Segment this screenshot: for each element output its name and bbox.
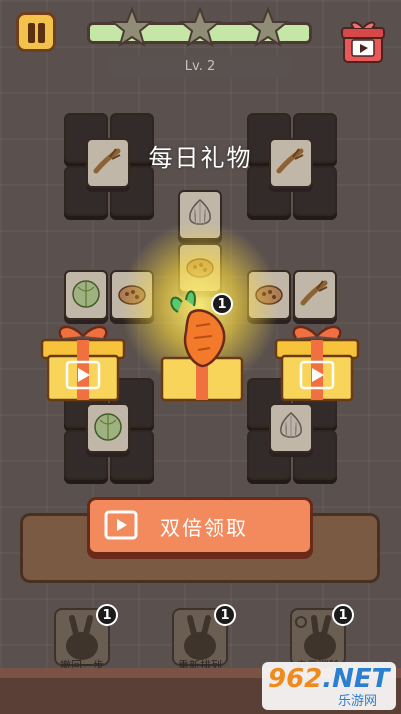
level-label: Lv. 2: [107, 55, 293, 77]
pause-icon: [28, 23, 35, 43]
video-chest-right[interactable]: [272, 318, 362, 406]
open-chest-carrot: [160, 290, 244, 402]
shuffle-count-badge: 1: [214, 604, 236, 626]
star-icon: [110, 6, 154, 48]
video-chest-left[interactable]: [38, 318, 128, 406]
site-watermark: 962.NET 乐游网: [262, 662, 396, 710]
carrot-count-badge: 1: [211, 293, 233, 315]
video-icon: [104, 510, 138, 540]
claim-double-label: 双倍领取: [160, 516, 248, 540]
watermark-site: 乐游网: [338, 694, 378, 709]
watermark-brand: 962: [268, 664, 323, 694]
video-gift-button[interactable]: [340, 18, 386, 66]
star-icon: [178, 6, 222, 48]
undo-count-badge: 1: [96, 604, 118, 626]
claim-double-button[interactable]: 双倍领取: [87, 497, 313, 555]
hint-count-badge: 1: [332, 604, 354, 626]
star-icon: [246, 6, 290, 48]
pause-button[interactable]: [16, 12, 56, 52]
daily-gift-title: 每日礼物: [148, 144, 253, 172]
